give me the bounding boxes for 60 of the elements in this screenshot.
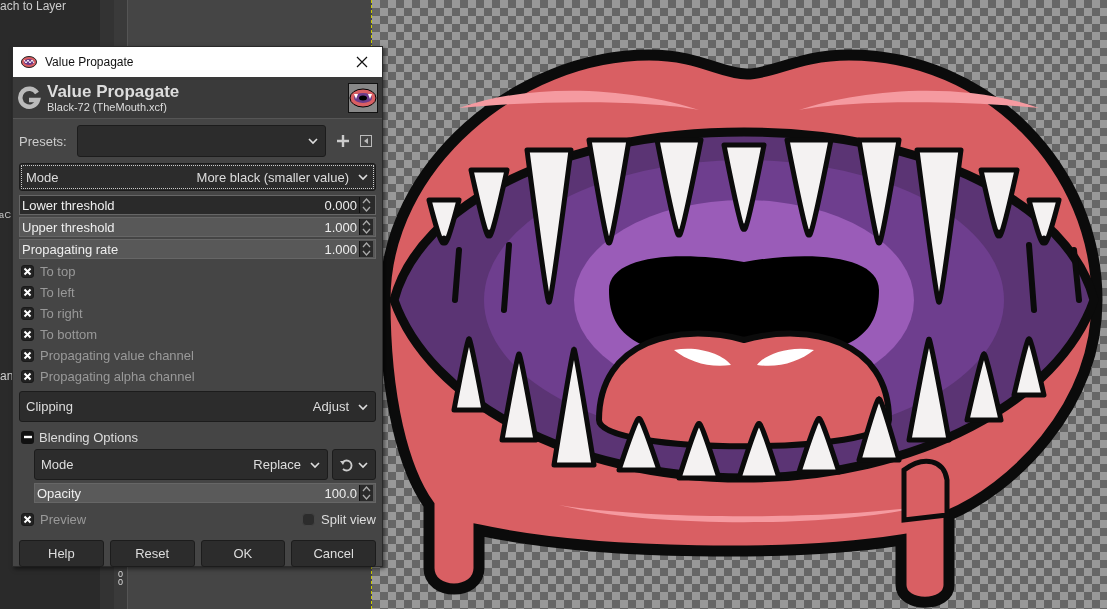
checkbox[interactable]: Split view — [300, 509, 376, 530]
swap-dropdown[interactable] — [332, 449, 376, 480]
chevron-down-icon — [309, 459, 321, 470]
cross-icon — [23, 372, 32, 381]
dialog-button[interactable]: Reset — [109, 540, 195, 567]
slider-value: 100.0 — [324, 485, 357, 501]
value-slider[interactable]: Upper threshold 1.000 — [19, 217, 376, 237]
spin-arrows-icon — [359, 197, 373, 213]
clipping-dropdown[interactable]: Clipping Adjust — [19, 391, 376, 422]
cross-icon — [23, 515, 32, 524]
close-icon — [356, 56, 368, 68]
dialog-heading: Value Propagate — [47, 81, 181, 101]
slider-value: 0.000 — [324, 197, 357, 213]
dialog-button[interactable]: OK — [200, 540, 286, 567]
expander-toggle[interactable]: Blending Options — [19, 425, 138, 449]
spin-arrows-icon — [359, 485, 373, 501]
presets-label: Presets: — [19, 133, 68, 149]
chevron-down-icon — [357, 401, 369, 412]
value-slider[interactable]: Opacity 100.0 — [34, 483, 376, 503]
ruler-label: 0 — [118, 578, 123, 586]
cross-icon — [23, 330, 32, 339]
chevron-down-icon — [357, 459, 369, 470]
cross-icon — [23, 351, 32, 360]
window-title: Value Propagate — [45, 55, 135, 69]
dropdown-value: More black (smaller value) — [196, 169, 349, 185]
slider-label: Propagating rate — [22, 241, 120, 257]
chevron-down-icon — [357, 172, 369, 182]
dialog-button[interactable]: Cancel — [291, 540, 376, 567]
mode-dropdown[interactable]: Mode More black (smaller value) — [19, 163, 376, 191]
slider-value: 1.000 — [324, 219, 357, 235]
reset-icon — [339, 457, 353, 472]
dropdown-label: Mode — [26, 169, 60, 185]
image-name: Black-72 (TheMouth.xcf) — [47, 100, 168, 114]
minus-icon — [23, 433, 32, 441]
cross-icon — [23, 309, 32, 318]
panel-label: ach to Layer — [0, 0, 67, 12]
cross-icon — [23, 267, 32, 276]
slider-label: Opacity — [37, 485, 83, 501]
spin-arrows-icon — [359, 219, 373, 235]
panel-label: a C — [0, 210, 10, 220]
dialog-button[interactable]: Help — [19, 540, 104, 567]
slider-label: Lower threshold — [22, 197, 116, 213]
mouth-icon — [21, 56, 37, 68]
logo-icon — [17, 85, 41, 110]
spin-arrows-icon — [359, 241, 373, 257]
value-slider[interactable]: Propagating rate 1.000 — [19, 239, 376, 259]
cross-icon — [23, 288, 32, 297]
slider-value: 1.000 — [324, 241, 357, 257]
ruler-label: 0 — [118, 570, 123, 578]
chevron-down-icon — [307, 136, 319, 146]
blend-mode-dropdown[interactable]: Mode Replace — [34, 449, 328, 480]
plus-icon — [336, 134, 350, 148]
dropdown-label: Clipping — [26, 399, 74, 414]
value-slider[interactable]: Lower threshold 0.000 — [19, 195, 376, 215]
slider-label: Upper threshold — [22, 219, 116, 235]
dropdown-value: Adjust — [312, 399, 349, 414]
dropdown-value: Replace — [253, 457, 301, 472]
menu-icon — [360, 135, 372, 147]
image-thumbnail — [348, 82, 378, 113]
dropdown-label: Mode — [41, 457, 75, 472]
